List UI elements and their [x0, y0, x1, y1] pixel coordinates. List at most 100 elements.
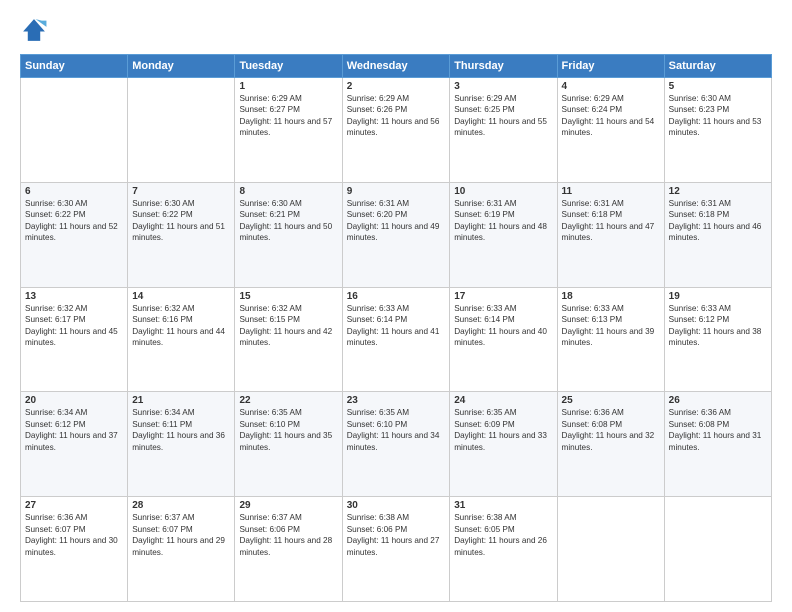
- header-row: SundayMondayTuesdayWednesdayThursdayFrid…: [21, 55, 772, 78]
- calendar-cell: 4Sunrise: 6:29 AMSunset: 6:24 PMDaylight…: [557, 78, 664, 183]
- cell-info: Sunrise: 6:34 AMSunset: 6:12 PMDaylight:…: [25, 407, 123, 453]
- week-row-1: 6Sunrise: 6:30 AMSunset: 6:22 PMDaylight…: [21, 182, 772, 287]
- calendar-cell: 17Sunrise: 6:33 AMSunset: 6:14 PMDayligh…: [450, 287, 557, 392]
- day-number: 13: [25, 291, 123, 302]
- cell-info: Sunrise: 6:38 AMSunset: 6:05 PMDaylight:…: [454, 512, 552, 558]
- cell-info: Sunrise: 6:33 AMSunset: 6:12 PMDaylight:…: [669, 303, 767, 349]
- calendar-cell: 6Sunrise: 6:30 AMSunset: 6:22 PMDaylight…: [21, 182, 128, 287]
- day-number: 27: [25, 500, 123, 511]
- cell-info: Sunrise: 6:35 AMSunset: 6:09 PMDaylight:…: [454, 407, 552, 453]
- cell-info: Sunrise: 6:38 AMSunset: 6:06 PMDaylight:…: [347, 512, 445, 558]
- day-number: 26: [669, 395, 767, 406]
- day-number: 5: [669, 81, 767, 92]
- day-number: 18: [562, 291, 660, 302]
- calendar-cell: 28Sunrise: 6:37 AMSunset: 6:07 PMDayligh…: [128, 497, 235, 602]
- day-number: 17: [454, 291, 552, 302]
- cell-info: Sunrise: 6:30 AMSunset: 6:21 PMDaylight:…: [239, 198, 337, 244]
- day-number: 24: [454, 395, 552, 406]
- calendar-cell: 26Sunrise: 6:36 AMSunset: 6:08 PMDayligh…: [664, 392, 771, 497]
- week-row-4: 27Sunrise: 6:36 AMSunset: 6:07 PMDayligh…: [21, 497, 772, 602]
- cell-info: Sunrise: 6:36 AMSunset: 6:07 PMDaylight:…: [25, 512, 123, 558]
- week-row-3: 20Sunrise: 6:34 AMSunset: 6:12 PMDayligh…: [21, 392, 772, 497]
- calendar-cell: 7Sunrise: 6:30 AMSunset: 6:22 PMDaylight…: [128, 182, 235, 287]
- cell-info: Sunrise: 6:32 AMSunset: 6:16 PMDaylight:…: [132, 303, 230, 349]
- header: [20, 16, 772, 44]
- day-number: 29: [239, 500, 337, 511]
- page: SundayMondayTuesdayWednesdayThursdayFrid…: [0, 0, 792, 612]
- calendar-cell: 10Sunrise: 6:31 AMSunset: 6:19 PMDayligh…: [450, 182, 557, 287]
- cell-info: Sunrise: 6:29 AMSunset: 6:26 PMDaylight:…: [347, 93, 445, 139]
- cell-info: Sunrise: 6:35 AMSunset: 6:10 PMDaylight:…: [347, 407, 445, 453]
- calendar-cell: 1Sunrise: 6:29 AMSunset: 6:27 PMDaylight…: [235, 78, 342, 183]
- cell-info: Sunrise: 6:37 AMSunset: 6:06 PMDaylight:…: [239, 512, 337, 558]
- calendar-cell: 19Sunrise: 6:33 AMSunset: 6:12 PMDayligh…: [664, 287, 771, 392]
- cell-info: Sunrise: 6:33 AMSunset: 6:14 PMDaylight:…: [454, 303, 552, 349]
- calendar-cell: [557, 497, 664, 602]
- cell-info: Sunrise: 6:37 AMSunset: 6:07 PMDaylight:…: [132, 512, 230, 558]
- calendar-cell: [21, 78, 128, 183]
- day-number: 15: [239, 291, 337, 302]
- cell-info: Sunrise: 6:31 AMSunset: 6:19 PMDaylight:…: [454, 198, 552, 244]
- day-number: 23: [347, 395, 445, 406]
- day-number: 21: [132, 395, 230, 406]
- calendar-cell: 8Sunrise: 6:30 AMSunset: 6:21 PMDaylight…: [235, 182, 342, 287]
- day-number: 30: [347, 500, 445, 511]
- calendar-cell: 11Sunrise: 6:31 AMSunset: 6:18 PMDayligh…: [557, 182, 664, 287]
- day-number: 14: [132, 291, 230, 302]
- calendar-cell: [128, 78, 235, 183]
- day-number: 1: [239, 81, 337, 92]
- calendar-cell: 29Sunrise: 6:37 AMSunset: 6:06 PMDayligh…: [235, 497, 342, 602]
- day-number: 4: [562, 81, 660, 92]
- week-row-2: 13Sunrise: 6:32 AMSunset: 6:17 PMDayligh…: [21, 287, 772, 392]
- day-number: 19: [669, 291, 767, 302]
- day-number: 25: [562, 395, 660, 406]
- cell-info: Sunrise: 6:30 AMSunset: 6:22 PMDaylight:…: [132, 198, 230, 244]
- cell-info: Sunrise: 6:30 AMSunset: 6:22 PMDaylight:…: [25, 198, 123, 244]
- calendar-cell: 5Sunrise: 6:30 AMSunset: 6:23 PMDaylight…: [664, 78, 771, 183]
- calendar-cell: 31Sunrise: 6:38 AMSunset: 6:05 PMDayligh…: [450, 497, 557, 602]
- cell-info: Sunrise: 6:31 AMSunset: 6:18 PMDaylight:…: [669, 198, 767, 244]
- logo-icon: [20, 16, 48, 44]
- cell-info: Sunrise: 6:32 AMSunset: 6:17 PMDaylight:…: [25, 303, 123, 349]
- day-number: 16: [347, 291, 445, 302]
- calendar-cell: 21Sunrise: 6:34 AMSunset: 6:11 PMDayligh…: [128, 392, 235, 497]
- day-number: 20: [25, 395, 123, 406]
- cell-info: Sunrise: 6:32 AMSunset: 6:15 PMDaylight:…: [239, 303, 337, 349]
- day-number: 28: [132, 500, 230, 511]
- cell-info: Sunrise: 6:36 AMSunset: 6:08 PMDaylight:…: [669, 407, 767, 453]
- cell-info: Sunrise: 6:31 AMSunset: 6:20 PMDaylight:…: [347, 198, 445, 244]
- day-number: 12: [669, 186, 767, 197]
- calendar-cell: 2Sunrise: 6:29 AMSunset: 6:26 PMDaylight…: [342, 78, 449, 183]
- calendar-cell: 15Sunrise: 6:32 AMSunset: 6:15 PMDayligh…: [235, 287, 342, 392]
- calendar-cell: 14Sunrise: 6:32 AMSunset: 6:16 PMDayligh…: [128, 287, 235, 392]
- cell-info: Sunrise: 6:29 AMSunset: 6:24 PMDaylight:…: [562, 93, 660, 139]
- calendar-cell: 25Sunrise: 6:36 AMSunset: 6:08 PMDayligh…: [557, 392, 664, 497]
- calendar-cell: 23Sunrise: 6:35 AMSunset: 6:10 PMDayligh…: [342, 392, 449, 497]
- col-header-tuesday: Tuesday: [235, 55, 342, 78]
- logo: [20, 16, 52, 44]
- day-number: 7: [132, 186, 230, 197]
- calendar-cell: 12Sunrise: 6:31 AMSunset: 6:18 PMDayligh…: [664, 182, 771, 287]
- cell-info: Sunrise: 6:30 AMSunset: 6:23 PMDaylight:…: [669, 93, 767, 139]
- day-number: 8: [239, 186, 337, 197]
- calendar-cell: [664, 497, 771, 602]
- day-number: 11: [562, 186, 660, 197]
- col-header-saturday: Saturday: [664, 55, 771, 78]
- day-number: 6: [25, 186, 123, 197]
- day-number: 22: [239, 395, 337, 406]
- day-number: 9: [347, 186, 445, 197]
- calendar-cell: 13Sunrise: 6:32 AMSunset: 6:17 PMDayligh…: [21, 287, 128, 392]
- calendar-cell: 30Sunrise: 6:38 AMSunset: 6:06 PMDayligh…: [342, 497, 449, 602]
- calendar-cell: 3Sunrise: 6:29 AMSunset: 6:25 PMDaylight…: [450, 78, 557, 183]
- calendar-table: SundayMondayTuesdayWednesdayThursdayFrid…: [20, 54, 772, 602]
- col-header-friday: Friday: [557, 55, 664, 78]
- cell-info: Sunrise: 6:33 AMSunset: 6:14 PMDaylight:…: [347, 303, 445, 349]
- col-header-monday: Monday: [128, 55, 235, 78]
- week-row-0: 1Sunrise: 6:29 AMSunset: 6:27 PMDaylight…: [21, 78, 772, 183]
- day-number: 2: [347, 81, 445, 92]
- calendar-cell: 24Sunrise: 6:35 AMSunset: 6:09 PMDayligh…: [450, 392, 557, 497]
- cell-info: Sunrise: 6:35 AMSunset: 6:10 PMDaylight:…: [239, 407, 337, 453]
- col-header-thursday: Thursday: [450, 55, 557, 78]
- day-number: 3: [454, 81, 552, 92]
- calendar-cell: 27Sunrise: 6:36 AMSunset: 6:07 PMDayligh…: [21, 497, 128, 602]
